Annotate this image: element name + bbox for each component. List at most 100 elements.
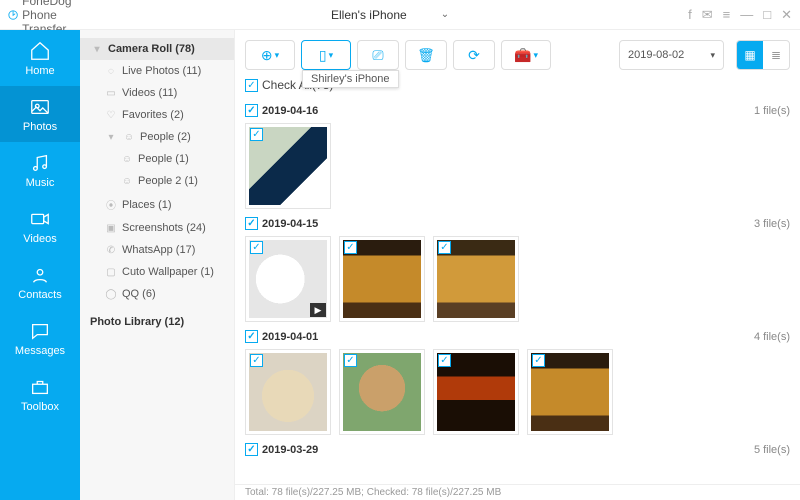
folder-sidebar: ▾Camera Roll (78) ◌Live Photos (11) ▭Vid… [80,30,235,500]
nav-contacts[interactable]: Contacts [0,254,80,310]
chevron-down-icon: ⌄ [441,9,449,20]
photo-checkbox[interactable]: ✓ [250,128,263,141]
photo-thumbnail[interactable]: ✓ [245,349,331,435]
menu-icon[interactable]: ≡ [723,7,731,23]
sidebar-label: Videos (11) [122,87,177,99]
nav-messages[interactable]: Messages [0,310,80,366]
transfer-to-device-button[interactable]: ▯▾ [301,40,351,70]
chevron-down-icon: ▾ [329,50,334,61]
photo-thumbnail[interactable]: ✓ [245,123,331,209]
feedback-icon[interactable]: f [688,7,692,23]
nav-videos[interactable]: Videos [0,198,80,254]
sidebar-item-videos[interactable]: ▭Videos (11) [80,82,234,104]
trash-icon: 🗑 [417,47,435,64]
toolbox-icon: 🧰 [514,47,531,64]
nav-music[interactable]: Music [0,142,80,198]
chevron-down-icon: ▾ [104,132,118,143]
group-header[interactable]: ✓2019-03-295 file(s) [245,443,790,456]
primary-nav: Home Photos Music Videos Contacts Messag… [0,30,80,500]
pin-icon: ⦿ [104,197,118,212]
sidebar-item-qq[interactable]: ◯QQ (6) [80,283,234,305]
sidebar-label: Photo Library (12) [90,316,184,328]
delete-button[interactable]: 🗑 [405,40,447,70]
close-icon[interactable]: ✕ [781,7,792,23]
sidebar-label: People (2) [140,131,191,143]
photo-checkbox[interactable]: ✓ [438,241,451,254]
list-view-button[interactable]: ≣ [763,41,789,69]
minimize-icon[interactable]: — [740,7,753,23]
photo-thumbnail[interactable]: ✓▶ [245,236,331,322]
sidebar-item-places[interactable]: ⦿ Places (1) [80,192,234,217]
phone-icon: ▯ [319,47,327,64]
group-checkbox[interactable]: ✓ [245,217,258,230]
group-header[interactable]: ✓2019-04-153 file(s) [245,217,790,230]
photo-checkbox[interactable]: ✓ [250,354,263,367]
photo-checkbox[interactable]: ✓ [344,354,357,367]
list-icon: ≣ [771,48,781,62]
sidebar-section-camera-roll[interactable]: ▾Camera Roll (78) [80,38,234,60]
pc-icon: ⎚ [372,47,383,64]
sidebar-item-people-2[interactable]: ☺People 2 (1) [80,170,234,192]
photo-checkbox[interactable]: ✓ [344,241,357,254]
add-button[interactable]: ⊕▾ [245,40,295,70]
toolbox-icon [29,376,51,398]
more-tools-button[interactable]: 🧰▾ [501,40,551,70]
photo-checkbox[interactable]: ✓ [250,241,263,254]
sidebar-label: Favorites (2) [122,109,184,121]
sidebar-item-favorites[interactable]: ♡Favorites (2) [80,104,234,126]
sidebar-item-screenshots[interactable]: ▣Screenshots (24) [80,217,234,239]
sidebar-item-cuto[interactable]: ▢ Cuto Wallpaper (1) [80,261,234,283]
nav-home[interactable]: Home [0,30,80,86]
transfer-target-tooltip: Shirley's iPhone [302,70,399,88]
photos-icon [29,96,51,118]
sidebar-item-whatsapp[interactable]: ✆WhatsApp (17) [80,239,234,261]
group-date: 2019-04-16 [262,105,318,117]
photo-checkbox[interactable]: ✓ [438,354,451,367]
grid-view-button[interactable]: ▦ [737,41,763,69]
sidebar-label: Cuto Wallpaper (1) [122,266,214,278]
title-bar: FoneDog Phone Transfer Ellen's iPhone ⌄ … [0,0,800,30]
photo-checkbox[interactable]: ✓ [532,354,545,367]
nav-label: Messages [15,345,65,357]
maximize-icon[interactable]: □ [763,7,771,23]
group-count: 1 file(s) [754,105,790,117]
folder-icon: ▢ [104,267,118,278]
device-selector[interactable]: Ellen's iPhone ⌄ [318,5,456,25]
sidebar-item-people[interactable]: ▾☺People (2) [80,126,234,148]
photo-thumbnail[interactable]: ✓ [527,349,613,435]
group-checkbox[interactable]: ✓ [245,104,258,117]
sidebar-section-photo-library[interactable]: Photo Library (12) [80,311,234,333]
date-picker[interactable]: 2019-08-02▾ [619,40,724,70]
sidebar-item-live-photos[interactable]: ◌Live Photos (11) [80,60,234,82]
toolbar: ⊕▾ ▯▾ ⎚ 🗑 ⟳ 🧰▾ 2019-08-02▾ ▦ ≣ [235,30,800,70]
window-controls: f ✉ ≡ — □ ✕ [688,7,792,23]
sidebar-label: WhatsApp (17) [122,244,195,256]
chat-icon[interactable]: ✉ [702,7,713,23]
sidebar-label: People 2 (1) [138,175,198,187]
sidebar-label: Camera Roll (78) [108,43,195,55]
photo-thumbnail[interactable]: ✓ [339,236,425,322]
group-count: 5 file(s) [754,444,790,456]
sidebar-label: Places (1) [122,199,172,211]
date-value: 2019-08-02 [628,49,684,61]
photo-thumbnail[interactable]: ✓ [433,349,519,435]
group-checkbox[interactable]: ✓ [245,330,258,343]
nav-label: Home [25,65,54,77]
device-name: Ellen's iPhone [331,8,407,22]
nav-label: Toolbox [21,401,59,413]
nav-toolbox[interactable]: Toolbox [0,366,80,422]
group-header[interactable]: ✓ 2019-04-16 1 file(s) [245,104,790,117]
export-to-pc-button[interactable]: ⎚ [357,40,399,70]
nav-photos[interactable]: Photos [0,86,80,142]
sidebar-label: Screenshots (24) [122,222,206,234]
refresh-button[interactable]: ⟳ [453,40,495,70]
sidebar-item-people-1[interactable]: ☺People (1) [80,148,234,170]
check-all-checkbox[interactable]: ✓ [245,79,258,92]
group-header[interactable]: ✓2019-04-014 file(s) [245,330,790,343]
person-icon: ☺ [120,154,134,165]
group-checkbox[interactable]: ✓ [245,443,258,456]
photo-thumbnail[interactable]: ✓ [433,236,519,322]
app-logo-icon [8,6,18,24]
refresh-icon: ⟳ [468,47,480,64]
photo-thumbnail[interactable]: ✓ [339,349,425,435]
